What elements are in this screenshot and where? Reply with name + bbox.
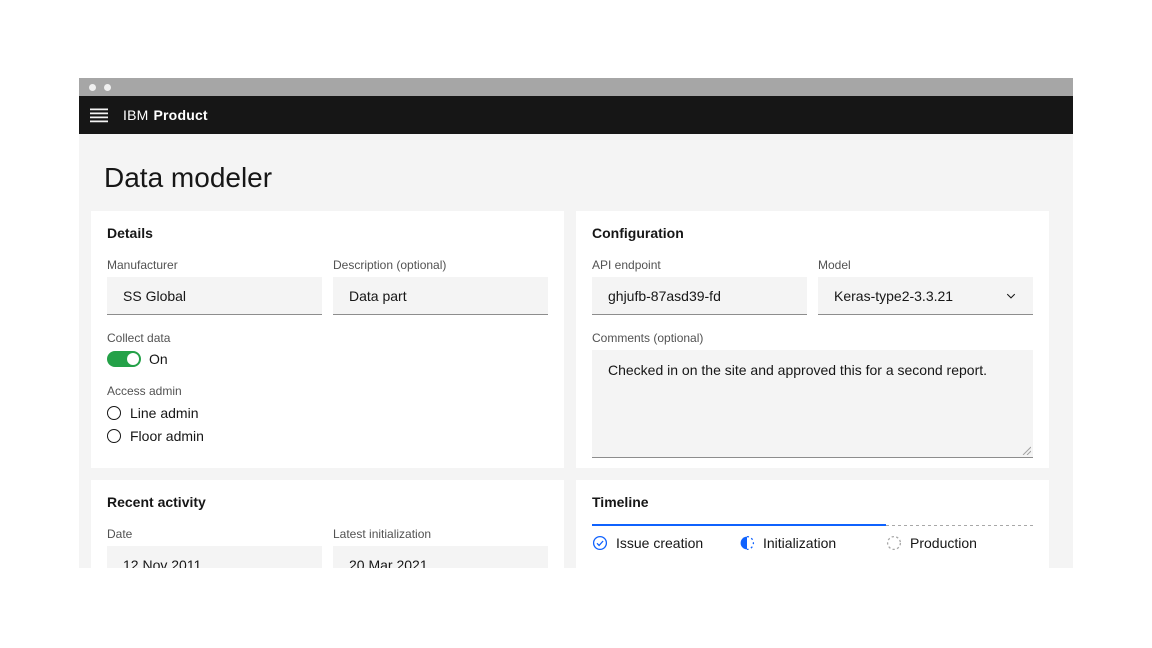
latest-initialization-value: 20 Mar 2021 bbox=[349, 557, 428, 569]
details-field-row: Manufacturer SS Global Description (opti… bbox=[107, 257, 548, 315]
collect-data-label: Collect data bbox=[107, 330, 548, 346]
details-card: Details Manufacturer SS Global Descripti… bbox=[91, 211, 564, 468]
collect-data-toggle-row: On bbox=[107, 350, 548, 368]
timeline-step-label: Production bbox=[910, 535, 977, 551]
collect-data-toggle[interactable] bbox=[107, 351, 141, 367]
checkmark-outline-icon bbox=[592, 535, 608, 551]
description-value: Data part bbox=[349, 288, 407, 304]
model-label: Model bbox=[818, 257, 1033, 273]
configuration-card: Configuration API endpoint ghjufb-87asd3… bbox=[576, 211, 1049, 468]
hamburger-menu-icon bbox=[90, 108, 108, 123]
latest-initialization-input[interactable]: 20 Mar 2021 bbox=[333, 546, 548, 568]
page-content: Data modeler Details Manufacturer SS Glo… bbox=[79, 134, 1073, 568]
collect-data-group: Collect data On bbox=[107, 330, 548, 368]
timeline-step-initialization: Initialization bbox=[739, 524, 886, 551]
recent-activity-card: Recent activity Date 12 Nov 2011 Latest … bbox=[91, 480, 564, 568]
date-value: 12 Nov 2011 bbox=[123, 557, 201, 569]
window-titlebar bbox=[79, 78, 1073, 96]
configuration-field-row: API endpoint ghjufb-87asd39-fd Model Ker… bbox=[592, 257, 1033, 315]
access-admin-group: Access admin Line admin Floor admin bbox=[107, 383, 548, 446]
manufacturer-label: Manufacturer bbox=[107, 257, 322, 273]
latest-initialization-field-group: Latest initialization 20 Mar 2021 bbox=[333, 526, 548, 568]
chevron-down-icon bbox=[1005, 290, 1017, 302]
brand: IBM Product bbox=[123, 107, 208, 123]
window-dot bbox=[89, 84, 96, 91]
timeline-step-body: Production bbox=[886, 526, 1033, 551]
window-dot bbox=[104, 84, 111, 91]
comments-value: Checked in on the site and approved this… bbox=[608, 362, 987, 378]
manufacturer-field-group: Manufacturer SS Global bbox=[107, 257, 322, 315]
api-endpoint-input[interactable]: ghjufb-87asd39-fd bbox=[592, 277, 807, 315]
timeline-step-body: Issue creation bbox=[592, 526, 739, 551]
cards-grid: Details Manufacturer SS Global Descripti… bbox=[91, 211, 1049, 568]
api-endpoint-label: API endpoint bbox=[592, 257, 807, 273]
description-field-group: Description (optional) Data part bbox=[333, 257, 548, 315]
radio-option-label: Floor admin bbox=[130, 428, 204, 444]
timeline-step-label: Issue creation bbox=[616, 535, 703, 551]
date-label: Date bbox=[107, 526, 322, 542]
hamburger-menu-button[interactable] bbox=[80, 96, 118, 134]
model-select[interactable]: Keras-type2-3.3.21 bbox=[818, 277, 1033, 315]
recent-activity-heading: Recent activity bbox=[107, 493, 548, 511]
date-field-group: Date 12 Nov 2011 bbox=[107, 526, 322, 568]
comments-label: Comments (optional) bbox=[592, 330, 1033, 346]
collect-data-state: On bbox=[149, 351, 168, 367]
details-heading: Details bbox=[107, 224, 548, 242]
timeline-step-label: Initialization bbox=[763, 535, 836, 551]
access-admin-label: Access admin bbox=[107, 383, 548, 399]
timeline-step-production: Production bbox=[886, 524, 1033, 551]
manufacturer-input[interactable]: SS Global bbox=[107, 277, 322, 315]
comments-textarea[interactable]: Checked in on the site and approved this… bbox=[592, 350, 1033, 458]
configuration-heading: Configuration bbox=[592, 224, 1033, 242]
brand-name: Product bbox=[154, 107, 208, 123]
timeline-heading: Timeline bbox=[592, 493, 1033, 511]
model-field-group: Model Keras-type2-3.3.21 bbox=[818, 257, 1033, 315]
radio-option-line-admin[interactable]: Line admin bbox=[107, 403, 548, 423]
circle-dash-icon bbox=[886, 535, 902, 551]
toggle-knob-icon bbox=[127, 353, 139, 365]
timeline-step-body: Initialization bbox=[739, 526, 886, 551]
api-endpoint-value: ghjufb-87asd39-fd bbox=[608, 288, 721, 304]
comments-group: Comments (optional) Checked in on the si… bbox=[592, 330, 1033, 458]
radio-button-icon[interactable] bbox=[107, 406, 121, 420]
api-endpoint-field-group: API endpoint ghjufb-87asd39-fd bbox=[592, 257, 807, 315]
timeline-step-issue-creation: Issue creation bbox=[592, 524, 739, 551]
timeline-progress-indicator: Issue creation Initialization bbox=[592, 524, 1033, 551]
manufacturer-value: SS Global bbox=[123, 288, 186, 304]
resize-handle-icon[interactable] bbox=[1022, 446, 1031, 455]
description-input[interactable]: Data part bbox=[333, 277, 548, 315]
app-window: IBM Product Data modeler Details Manufact… bbox=[79, 78, 1073, 568]
radio-button-icon[interactable] bbox=[107, 429, 121, 443]
incomplete-icon bbox=[739, 535, 755, 551]
description-label: Description (optional) bbox=[333, 257, 548, 273]
model-selected-value: Keras-type2-3.3.21 bbox=[834, 288, 953, 304]
page-title: Data modeler bbox=[104, 160, 1049, 196]
radio-option-label: Line admin bbox=[130, 405, 199, 421]
recent-activity-field-row: Date 12 Nov 2011 Latest initialization 2… bbox=[107, 526, 548, 568]
latest-initialization-label: Latest initialization bbox=[333, 526, 548, 542]
brand-prefix: IBM bbox=[123, 107, 149, 123]
radio-option-floor-admin[interactable]: Floor admin bbox=[107, 426, 548, 446]
date-input[interactable]: 12 Nov 2011 bbox=[107, 546, 322, 568]
timeline-card: Timeline Issue creation bbox=[576, 480, 1049, 568]
app-header: IBM Product bbox=[79, 96, 1073, 134]
